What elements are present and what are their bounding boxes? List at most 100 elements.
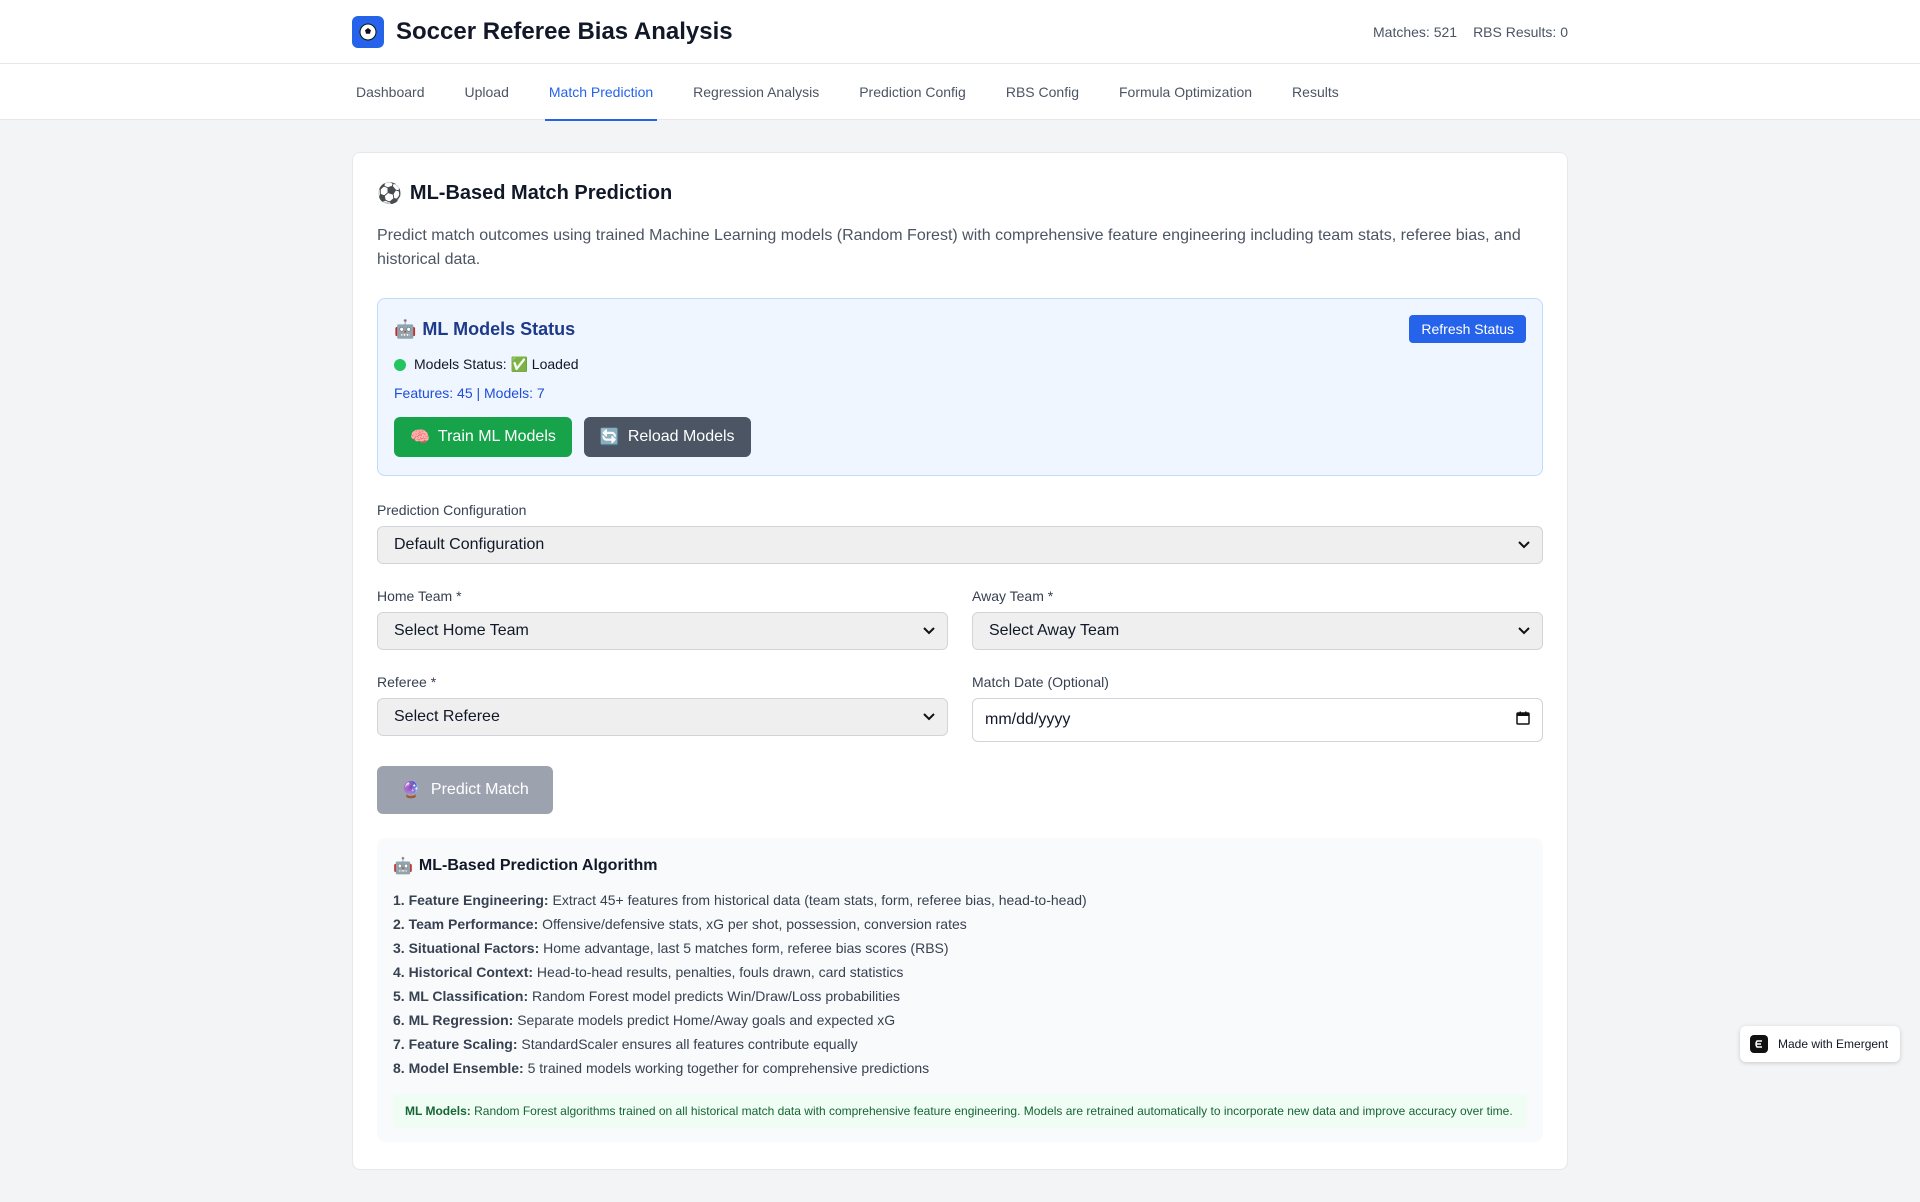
chevron-down-icon <box>1518 536 1530 554</box>
match-date-placeholder: mm/dd/yyyy <box>985 711 1071 728</box>
matches-count: Matches: 521 <box>1373 24 1458 40</box>
list-item: 4. Historical Context: Head-to-head resu… <box>393 960 1527 984</box>
prediction-config-select[interactable]: Default Configuration <box>377 526 1543 564</box>
train-ml-models-button[interactable]: 🧠 Train ML Models <box>394 417 572 457</box>
crystal-ball-icon: 🔮 <box>401 782 421 799</box>
main-nav: Dashboard Upload Match Prediction Regres… <box>0 64 1920 121</box>
step-name: 4. Historical Context: <box>393 964 534 980</box>
match-date-label: Match Date (Optional) <box>972 674 1109 690</box>
features-models-count: Features: 45 | Models: 7 <box>394 385 545 401</box>
chevron-down-icon <box>923 622 935 640</box>
predict-match-button[interactable]: 🔮 Predict Match <box>377 766 553 814</box>
list-item: 6. ML Regression: Separate models predic… <box>393 1008 1527 1032</box>
prediction-config-label: Prediction Configuration <box>377 502 527 518</box>
step-text: Offensive/defensive stats, xG per shot, … <box>542 916 967 932</box>
home-team-label: Home Team * <box>377 588 462 604</box>
robot-icon: 🤖 <box>394 319 417 339</box>
card-title-text: ML-Based Match Prediction <box>409 182 673 204</box>
step-text: Separate models predict Home/Away goals … <box>517 1012 896 1028</box>
tab-formula-optimization[interactable]: Formula Optimization <box>1115 64 1256 120</box>
brand[interactable]: Soccer Referee Bias Analysis <box>352 16 733 48</box>
step-name: 1. Feature Engineering: <box>393 892 549 908</box>
list-item: 3. Situational Factors: Home advantage, … <box>393 936 1527 960</box>
home-team-value: Select Home Team <box>394 622 529 639</box>
prediction-config-field: Prediction Configuration Default Configu… <box>377 502 1543 564</box>
ml-models-note: ML Models: Random Forest algorithms trai… <box>393 1094 1527 1128</box>
algorithm-title-text: ML-Based Prediction Algorithm <box>418 857 658 874</box>
rbs-results-count: RBS Results: 0 <box>1473 24 1568 40</box>
step-text: Head-to-head results, penalties, fouls d… <box>536 964 904 980</box>
away-team-label: Away Team * <box>972 588 1054 604</box>
train-ml-models-label: Train ML Models <box>437 428 556 445</box>
refresh-status-button[interactable]: Refresh Status <box>1409 315 1526 343</box>
tab-match-prediction[interactable]: Match Prediction <box>544 64 658 121</box>
status-title: 🤖 ML Models Status <box>394 319 1526 340</box>
tab-regression-analysis[interactable]: Regression Analysis <box>689 64 823 120</box>
match-date-input[interactable]: mm/dd/yyyy <box>972 698 1543 742</box>
step-name: 5. ML Classification: <box>393 988 529 1004</box>
away-team-value: Select Away Team <box>989 622 1120 639</box>
list-item: 7. Feature Scaling: StandardScaler ensur… <box>393 1032 1527 1056</box>
model-actions: 🧠 Train ML Models 🔄 Reload Models <box>394 417 1526 457</box>
emergent-logo-icon <box>1750 1035 1768 1053</box>
status-title-text: ML Models Status <box>422 319 576 339</box>
chevron-down-icon <box>1518 622 1530 640</box>
list-item: 2. Team Performance: Offensive/defensive… <box>393 912 1527 936</box>
tab-prediction-config[interactable]: Prediction Config <box>855 64 970 120</box>
soccer-ball-icon: ⚽ <box>377 183 402 205</box>
step-text: Random Forest model predicts Win/Draw/Lo… <box>532 988 901 1004</box>
referee-label: Referee * <box>377 674 437 690</box>
home-team-select[interactable]: Select Home Team <box>377 612 948 650</box>
referee-field: Referee * Select Referee <box>377 674 948 742</box>
step-name: 7. Feature Scaling: <box>393 1036 518 1052</box>
away-team-field: Away Team * Select Away Team <box>972 588 1543 650</box>
match-prediction-card: ⚽ ML-Based Match Prediction Predict matc… <box>352 152 1568 1170</box>
soccer-ball-logo-icon <box>352 16 384 48</box>
step-name: 8. Model Ensemble: <box>393 1060 524 1076</box>
tab-results[interactable]: Results <box>1288 64 1343 120</box>
tab-dashboard[interactable]: Dashboard <box>352 64 429 120</box>
list-item: 1. Feature Engineering: Extract 45+ feat… <box>393 888 1527 912</box>
note-text: Random Forest algorithms trained on all … <box>474 1104 1513 1118</box>
referee-date-row: Referee * Select Referee Match Date (Opt… <box>377 674 1543 742</box>
note-label: ML Models: <box>405 1104 471 1118</box>
away-team-select[interactable]: Select Away Team <box>972 612 1543 650</box>
predict-match-label: Predict Match <box>430 781 529 798</box>
tab-upload[interactable]: Upload <box>461 64 513 120</box>
models-status-text: Models Status: ✅ Loaded <box>414 356 579 372</box>
app-header: Soccer Referee Bias Analysis Matches: 52… <box>0 0 1920 64</box>
list-item: 5. ML Classification: Random Forest mode… <box>393 984 1527 1008</box>
teams-row: Home Team * Select Home Team Away Team *… <box>377 588 1543 650</box>
chevron-down-icon <box>923 708 935 726</box>
step-text: Extract 45+ features from historical dat… <box>552 892 1087 908</box>
step-name: 2. Team Performance: <box>393 916 539 932</box>
prediction-config-value: Default Configuration <box>394 536 545 553</box>
ml-models-status-panel: 🤖 ML Models Status Refresh Status Models… <box>377 298 1543 476</box>
models-status-line: Models Status: ✅ Loaded <box>394 356 1526 373</box>
tab-rbs-config[interactable]: RBS Config <box>1002 64 1083 120</box>
algorithm-title: 🤖 ML-Based Prediction Algorithm <box>393 856 1527 876</box>
brain-icon: 🧠 <box>410 429 430 446</box>
home-team-field: Home Team * Select Home Team <box>377 588 948 650</box>
card-description: Predict match outcomes using trained Mac… <box>377 227 1521 268</box>
status-indicator-dot-icon <box>394 358 406 371</box>
referee-value: Select Referee <box>394 708 500 725</box>
step-name: 3. Situational Factors: <box>393 940 540 956</box>
step-text: StandardScaler ensures all features cont… <box>521 1036 858 1052</box>
step-text: 5 trained models working together for co… <box>527 1060 930 1076</box>
algorithm-panel: 🤖 ML-Based Prediction Algorithm 1. Featu… <box>377 838 1543 1142</box>
reload-models-label: Reload Models <box>627 428 735 445</box>
match-date-field: Match Date (Optional) mm/dd/yyyy <box>972 674 1543 742</box>
made-with-emergent-badge[interactable]: Made with Emergent <box>1740 1026 1900 1062</box>
reload-icon: 🔄 <box>599 429 620 446</box>
card-title: ⚽ ML-Based Match Prediction <box>377 181 1543 206</box>
referee-select[interactable]: Select Referee <box>377 698 948 736</box>
algorithm-steps: 1. Feature Engineering: Extract 45+ feat… <box>393 888 1527 1080</box>
badge-label: Made with Emergent <box>1778 1037 1889 1051</box>
reload-models-button[interactable]: 🔄 Reload Models <box>583 417 751 457</box>
robot-icon: 🤖 <box>393 858 413 875</box>
list-item: 8. Model Ensemble: 5 trained models work… <box>393 1056 1527 1080</box>
header-stats: Matches: 521 RBS Results: 0 <box>1373 24 1568 40</box>
app-title: Soccer Referee Bias Analysis <box>396 18 733 45</box>
calendar-icon[interactable] <box>1516 711 1530 730</box>
